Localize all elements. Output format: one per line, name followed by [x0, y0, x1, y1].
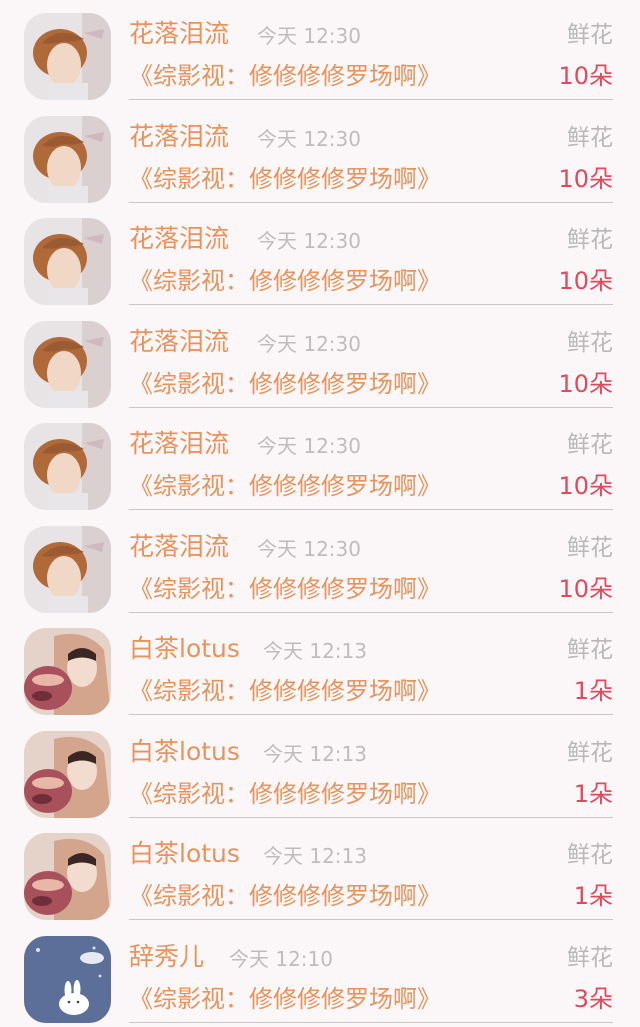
divider [129, 304, 613, 305]
list-item[interactable]: 花落泪流 今天 12:30 鲜花 《综影视：修修修修罗场啊》 10朵 [0, 513, 640, 615]
user-name[interactable]: 白茶lotus [129, 736, 240, 768]
list-item[interactable]: 白茶lotus 今天 12:13 鲜花 《综影视：修修修修罗场啊》 1朵 [0, 820, 640, 922]
list-item[interactable]: 白茶lotus 今天 12:13 鲜花 《综影视：修修修修罗场啊》 1朵 [0, 615, 640, 717]
gift-type-label: 鲜花 [567, 740, 613, 766]
gift-count: 10朵 [558, 472, 613, 500]
user-name[interactable]: 白茶lotus [129, 838, 240, 870]
avatar[interactable] [24, 218, 111, 305]
list-item[interactable]: 花落泪流 今天 12:30 鲜花 《综影视：修修修修罗场啊》 10朵 [0, 205, 640, 307]
gift-count: 1朵 [573, 780, 613, 808]
timestamp: 今天 12:10 [229, 947, 333, 971]
list-item[interactable]: 辞秀儿 今天 12:10 鲜花 《综影视：修修修修罗场啊》 3朵 [0, 923, 640, 1025]
avatar[interactable] [24, 731, 111, 818]
gift-count: 10朵 [558, 575, 613, 603]
gift-count: 1朵 [573, 677, 613, 705]
user-name[interactable]: 花落泪流 [129, 531, 229, 563]
timestamp: 今天 12:13 [263, 639, 367, 663]
list-item[interactable]: 白茶lotus 今天 12:13 鲜花 《综影视：修修修修罗场啊》 1朵 [0, 718, 640, 820]
book-title[interactable]: 《综影视：修修修修罗场啊》 [129, 983, 441, 1015]
gift-type-label: 鲜花 [567, 330, 613, 356]
user-name[interactable]: 花落泪流 [129, 121, 229, 153]
gift-count: 10朵 [558, 165, 613, 193]
user-name[interactable]: 花落泪流 [129, 428, 229, 460]
boy-avatar-icon [24, 116, 111, 203]
hooded-avatar-icon [24, 628, 111, 715]
book-title[interactable]: 《综影视：修修修修罗场啊》 [129, 60, 441, 92]
divider [129, 714, 613, 715]
divider [129, 407, 613, 408]
avatar[interactable] [24, 936, 111, 1023]
gift-type-label: 鲜花 [567, 637, 613, 663]
user-name[interactable]: 辞秀儿 [129, 941, 204, 973]
user-name[interactable]: 花落泪流 [129, 18, 229, 50]
gift-record-list: 花落泪流 今天 12:30 鲜花 《综影视：修修修修罗场啊》 10朵 花落泪流 … [0, 0, 640, 1027]
book-title[interactable]: 《综影视：修修修修罗场啊》 [129, 265, 441, 297]
gift-count: 1朵 [573, 882, 613, 910]
gift-count: 3朵 [573, 985, 613, 1013]
user-name[interactable]: 花落泪流 [129, 223, 229, 255]
timestamp: 今天 12:30 [257, 434, 361, 458]
divider [129, 509, 613, 510]
moon-rabbit-avatar-icon [24, 936, 111, 1023]
avatar[interactable] [24, 321, 111, 408]
book-title[interactable]: 《综影视：修修修修罗场啊》 [129, 573, 441, 605]
timestamp: 今天 12:30 [257, 127, 361, 151]
book-title[interactable]: 《综影视：修修修修罗场啊》 [129, 368, 441, 400]
divider [129, 919, 613, 920]
gift-type-label: 鲜花 [567, 842, 613, 868]
avatar[interactable] [24, 423, 111, 510]
divider [129, 202, 613, 203]
avatar[interactable] [24, 628, 111, 715]
avatar[interactable] [24, 116, 111, 203]
list-item[interactable]: 花落泪流 今天 12:30 鲜花 《综影视：修修修修罗场啊》 10朵 [0, 103, 640, 205]
timestamp: 今天 12:13 [263, 742, 367, 766]
avatar[interactable] [24, 833, 111, 920]
timestamp: 今天 12:30 [257, 332, 361, 356]
gift-type-label: 鲜花 [567, 945, 613, 971]
divider [129, 99, 613, 100]
avatar[interactable] [24, 526, 111, 613]
boy-avatar-icon [24, 321, 111, 408]
boy-avatar-icon [24, 218, 111, 305]
divider [129, 1022, 613, 1023]
hooded-avatar-icon [24, 833, 111, 920]
book-title[interactable]: 《综影视：修修修修罗场啊》 [129, 163, 441, 195]
avatar[interactable] [24, 13, 111, 100]
list-item[interactable]: 花落泪流 今天 12:30 鲜花 《综影视：修修修修罗场啊》 10朵 [0, 0, 640, 102]
gift-type-label: 鲜花 [567, 22, 613, 48]
gift-count: 10朵 [558, 267, 613, 295]
gift-type-label: 鲜花 [567, 432, 613, 458]
list-item[interactable]: 花落泪流 今天 12:30 鲜花 《综影视：修修修修罗场啊》 10朵 [0, 410, 640, 512]
list-item[interactable]: 花落泪流 今天 12:30 鲜花 《综影视：修修修修罗场啊》 10朵 [0, 308, 640, 410]
timestamp: 今天 12:30 [257, 537, 361, 561]
boy-avatar-icon [24, 423, 111, 510]
timestamp: 今天 12:30 [257, 24, 361, 48]
gift-count: 10朵 [558, 62, 613, 90]
book-title[interactable]: 《综影视：修修修修罗场啊》 [129, 880, 441, 912]
boy-avatar-icon [24, 526, 111, 613]
gift-type-label: 鲜花 [567, 535, 613, 561]
hooded-avatar-icon [24, 731, 111, 818]
timestamp: 今天 12:13 [263, 844, 367, 868]
book-title[interactable]: 《综影视：修修修修罗场啊》 [129, 470, 441, 502]
gift-count: 10朵 [558, 370, 613, 398]
divider [129, 612, 613, 613]
user-name[interactable]: 白茶lotus [129, 633, 240, 665]
gift-type-label: 鲜花 [567, 227, 613, 253]
book-title[interactable]: 《综影视：修修修修罗场啊》 [129, 778, 441, 810]
timestamp: 今天 12:30 [257, 229, 361, 253]
book-title[interactable]: 《综影视：修修修修罗场啊》 [129, 675, 441, 707]
divider [129, 817, 613, 818]
gift-type-label: 鲜花 [567, 125, 613, 151]
boy-avatar-icon [24, 13, 111, 100]
user-name[interactable]: 花落泪流 [129, 326, 229, 358]
